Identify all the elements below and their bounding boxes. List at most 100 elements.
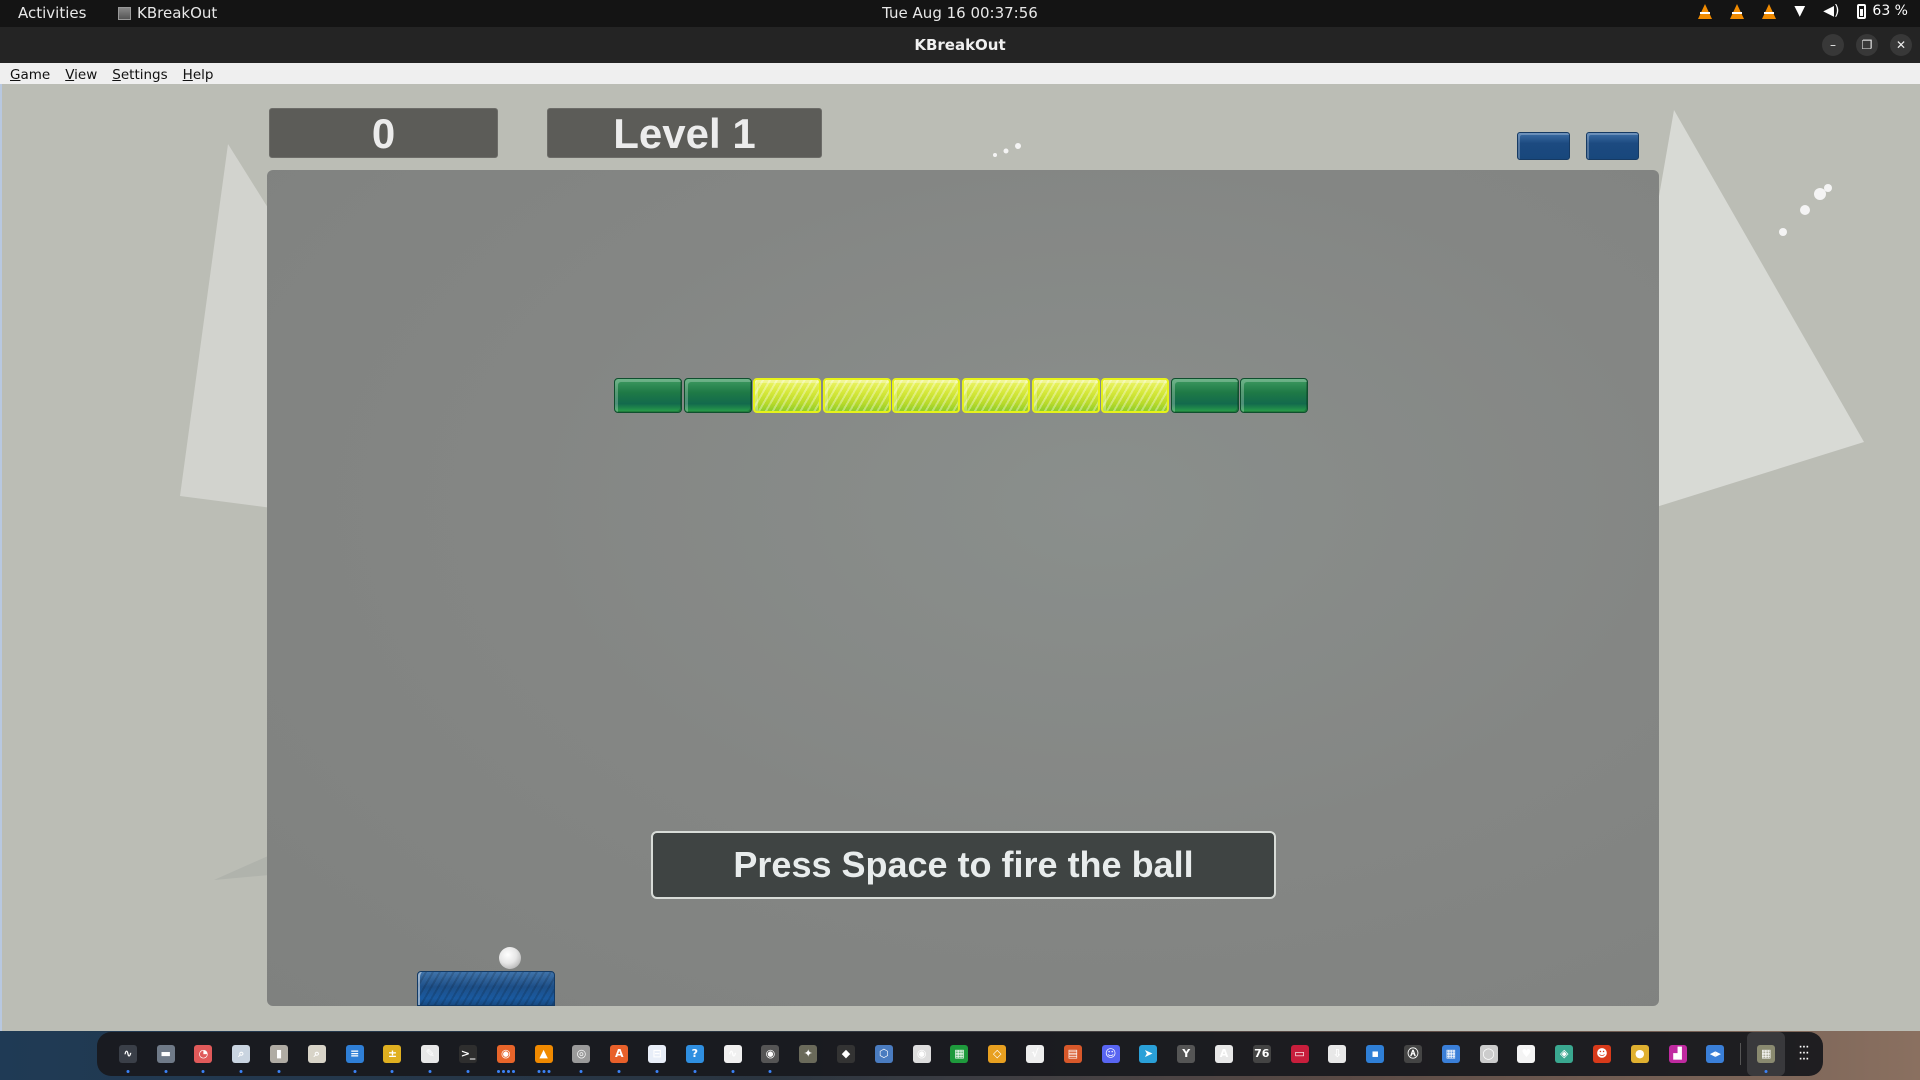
vlc-tray-icon[interactable] xyxy=(1762,3,1777,19)
text-document-icon: ≡ xyxy=(345,1045,364,1063)
vlc-tray-icon[interactable] xyxy=(1698,3,1713,19)
game-canvas[interactable]: 0 Level 1 Press Space to fire the ball xyxy=(0,84,1920,1031)
dock-item-yubikey[interactable]: Y xyxy=(1167,1032,1205,1076)
dock-item-firefox[interactable]: ◉ xyxy=(487,1032,525,1076)
dock-item-calculator[interactable]: ± xyxy=(374,1032,412,1076)
text-editor-icon: ✎ xyxy=(421,1045,440,1063)
minimize-button[interactable]: – xyxy=(1822,34,1844,56)
menu-game-mnemonic: G xyxy=(10,67,21,83)
red-app-icon: ▭ xyxy=(1290,1045,1309,1063)
menu-game[interactable]: Game xyxy=(10,63,57,84)
wifi-icon[interactable]: ▼ xyxy=(1794,3,1805,19)
dock-item-libreoffice-draw[interactable]: ◇ xyxy=(978,1032,1016,1076)
dock-item-tetris-game[interactable]: ▟ xyxy=(1659,1032,1697,1076)
menu-settings[interactable]: Settings xyxy=(112,63,174,84)
discord-icon: ☺ xyxy=(1101,1045,1120,1063)
dock-item-disk-app[interactable]: ◯ xyxy=(1470,1032,1508,1076)
activities-button[interactable]: Activities xyxy=(18,4,86,22)
menu-settings-mnemonic: S xyxy=(112,67,121,83)
brick-yellow xyxy=(962,378,1030,413)
dock-item-files[interactable]: ▬ xyxy=(147,1032,185,1076)
dock-item-red-app[interactable]: ▭ xyxy=(1281,1032,1319,1076)
dock-item-document-scanner[interactable]: ⌕ xyxy=(222,1032,260,1076)
dock-item-code-app[interactable]: ◂▸ xyxy=(1696,1032,1734,1076)
dock-item-inkscape[interactable]: ◆ xyxy=(827,1032,865,1076)
restore-button[interactable]: ❐ xyxy=(1856,34,1878,56)
dock-item-settings-disc[interactable]: ◎ xyxy=(563,1032,601,1076)
dock-item-kbreakout[interactable]: ▦ xyxy=(1747,1032,1786,1076)
window-title: KBreakOut xyxy=(914,36,1006,54)
vlc-tray-icon[interactable] xyxy=(1730,3,1745,19)
close-button[interactable]: ✕ xyxy=(1890,34,1912,56)
solitaire-icon: ♥ xyxy=(1517,1045,1536,1063)
menu-view[interactable]: View xyxy=(65,63,104,84)
dock-item-font-viewer[interactable]: A xyxy=(1205,1032,1243,1076)
dock-item-gimp[interactable]: ✦ xyxy=(789,1032,827,1076)
dock-item-help[interactable]: ? xyxy=(676,1032,714,1076)
dock: ∿ ▬ ◔ ⌕ ▮ ⌕ ≡ ± ✎ >_ ◉ ▲ ◎ A ⊟? ∿ ◉ ✦ ◆ ⬡ ◉ ▦ ◇ √ ▤ ☺ ➤ Y A 76 ▭ ⇩ ▪ Ⓐ ▦ ◯ ♥… xyxy=(97,1032,1823,1076)
dock-item-speaker-app[interactable]: ◉ xyxy=(752,1032,790,1076)
volume-icon[interactable]: ◀) xyxy=(1823,3,1839,19)
running-indicator xyxy=(201,1070,205,1073)
clock[interactable]: Tue Aug 16 00:37:56 xyxy=(882,4,1038,22)
dock-item-clock-76[interactable]: 76 xyxy=(1243,1032,1281,1076)
dock-item-disk-usage-analyzer[interactable]: ◔ xyxy=(185,1032,223,1076)
dock-item-telegram[interactable]: ➤ xyxy=(1130,1032,1168,1076)
dock-item-image-viewer[interactable]: ⌕ xyxy=(298,1032,336,1076)
dock-item-libreoffice-math[interactable]: √ xyxy=(1016,1032,1054,1076)
menu-help[interactable]: Help xyxy=(183,63,221,84)
app-menu[interactable]: KBreakOut xyxy=(118,4,217,22)
menu-game-label: ame xyxy=(20,67,51,83)
battery-icon[interactable] xyxy=(1857,3,1867,19)
installer-icon: ⇩ xyxy=(1328,1045,1347,1063)
dock-item-discord[interactable]: ☺ xyxy=(1092,1032,1130,1076)
brick-green xyxy=(614,378,682,413)
menu-view-mnemonic: V xyxy=(65,67,75,83)
dock-item-chicken-game[interactable]: ● xyxy=(1621,1032,1659,1076)
dock-item-software-center[interactable]: A xyxy=(600,1032,638,1076)
software-center-icon: A xyxy=(610,1045,629,1063)
dock-item-system-monitor[interactable]: ∿ xyxy=(109,1032,147,1076)
dock-item-installer[interactable]: ⇩ xyxy=(1319,1032,1357,1076)
dock-item-libreoffice-impress[interactable]: ▤ xyxy=(1054,1032,1092,1076)
brick-yellow xyxy=(1101,378,1170,413)
dock-item-window-app[interactable]: ▪ xyxy=(1356,1032,1394,1076)
window-title-bar[interactable]: KBreakOut – ❐ ✕ xyxy=(0,27,1920,63)
score-display: 0 xyxy=(269,108,498,158)
battery-percent[interactable]: 63 % xyxy=(1872,3,1908,19)
system-tray[interactable]: ▼ ◀) 63 % xyxy=(1698,3,1908,19)
dock-item-mahjongg[interactable]: ◈ xyxy=(1545,1032,1583,1076)
dock-item-waveform-app[interactable]: ∿ xyxy=(714,1032,752,1076)
dock-item-screenshot[interactable]: ◉ xyxy=(903,1032,941,1076)
dock-item-text-editor[interactable]: ✎ xyxy=(411,1032,449,1076)
dock-item-sudoku[interactable]: ▦ xyxy=(1432,1032,1470,1076)
terminal-icon: >_ xyxy=(459,1045,478,1063)
dock-item-libreoffice-calc[interactable]: ▦ xyxy=(941,1032,979,1076)
dock-item-tweaks[interactable]: ⊟ xyxy=(638,1032,676,1076)
dock-item-accessibility[interactable]: Ⓐ xyxy=(1394,1032,1432,1076)
dock-item-text-document[interactable]: ≡ xyxy=(336,1032,374,1076)
disk-usage-analyzer-icon: ◔ xyxy=(194,1045,213,1063)
running-indicator xyxy=(164,1070,168,1073)
running-indicator xyxy=(126,1070,130,1073)
dock-item-mario-game[interactable]: ☻ xyxy=(1583,1032,1621,1076)
dock-item-virtualbox[interactable]: ⬡ xyxy=(865,1032,903,1076)
dock-item-archive-manager[interactable]: ▮ xyxy=(260,1032,298,1076)
brick-green xyxy=(1170,378,1239,413)
dock-item-vlc[interactable]: ▲ xyxy=(525,1032,563,1076)
calculator-icon: ± xyxy=(383,1045,402,1063)
dock-item-terminal[interactable]: >_ xyxy=(449,1032,487,1076)
virtualbox-icon: ⬡ xyxy=(874,1045,893,1063)
inkscape-icon: ◆ xyxy=(837,1045,856,1063)
sudoku-icon: ▦ xyxy=(1441,1045,1460,1063)
dock-item-solitaire[interactable]: ♥ xyxy=(1507,1032,1545,1076)
telegram-icon: ➤ xyxy=(1139,1045,1158,1063)
show-applications-button[interactable]: ··· ··· ··· xyxy=(1785,1032,1823,1076)
running-indicator xyxy=(428,1070,432,1073)
menu-bar: Game View Settings Help xyxy=(0,63,1920,84)
system-monitor-icon: ∿ xyxy=(118,1045,137,1063)
play-field[interactable]: Press Space to fire the ball xyxy=(267,170,1659,1006)
image-viewer-icon: ⌕ xyxy=(307,1045,326,1063)
paddle[interactable] xyxy=(417,971,555,1006)
running-indicator xyxy=(239,1070,243,1073)
